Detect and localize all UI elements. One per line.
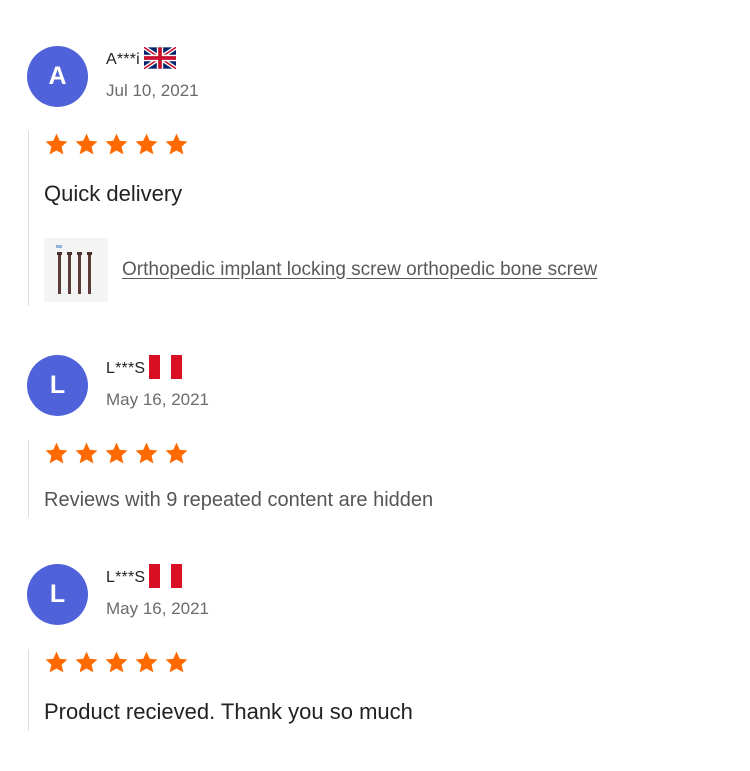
star-icon bbox=[45, 651, 68, 672]
avatar: L bbox=[27, 355, 88, 416]
review-date: May 16, 2021 bbox=[106, 390, 210, 409]
review-body: Quick delivery Orthopedic implant lockin… bbox=[28, 131, 597, 306]
review-text: Product recieved. Thank you so much bbox=[44, 699, 413, 724]
screw-product-image-icon bbox=[56, 245, 92, 294]
star-icon bbox=[165, 651, 188, 672]
avatar: A bbox=[27, 46, 88, 107]
review-text: Quick delivery bbox=[44, 181, 183, 206]
star-icon bbox=[135, 133, 158, 154]
review-date: Jul 10, 2021 bbox=[106, 81, 199, 100]
star-icon bbox=[75, 651, 98, 672]
star-icon bbox=[45, 442, 68, 463]
star-icon bbox=[105, 651, 128, 672]
review-body: Product recieved. Thank you so much bbox=[28, 649, 413, 731]
star-icon bbox=[105, 442, 128, 463]
avatar: L bbox=[27, 564, 88, 625]
star-rating bbox=[44, 131, 597, 157]
star-icon bbox=[75, 442, 98, 463]
product-link[interactable]: Orthopedic implant locking screw orthope… bbox=[122, 259, 597, 281]
product-thumbnail[interactable] bbox=[44, 238, 108, 302]
star-icon bbox=[135, 442, 158, 463]
review-date: May 16, 2021 bbox=[106, 599, 210, 618]
review-body: Reviews with 9 repeated content are hidd… bbox=[28, 440, 433, 517]
reviewer-name: L***S bbox=[106, 569, 146, 586]
reviewer-name: L***S bbox=[106, 360, 146, 377]
star-icon bbox=[45, 133, 68, 154]
star-icon bbox=[165, 442, 188, 463]
peru-flag-icon bbox=[149, 563, 183, 593]
hidden-reviews-notice: Reviews with 9 repeated content are hidd… bbox=[44, 489, 434, 511]
reviewer-name: A***i bbox=[106, 51, 140, 68]
reviewer-info: L***S bbox=[106, 354, 183, 384]
star-icon bbox=[165, 133, 188, 154]
star-icon bbox=[75, 133, 98, 154]
peru-flag-icon bbox=[149, 354, 183, 384]
reviewer-info: A***i bbox=[106, 45, 178, 74]
star-rating bbox=[44, 440, 433, 466]
reviewer-info: L***S bbox=[106, 563, 183, 593]
star-rating bbox=[44, 649, 413, 675]
product-reference[interactable]: Orthopedic implant locking screw orthope… bbox=[44, 238, 597, 302]
star-icon bbox=[105, 133, 128, 154]
uk-flag-icon bbox=[142, 45, 178, 74]
star-icon bbox=[135, 651, 158, 672]
